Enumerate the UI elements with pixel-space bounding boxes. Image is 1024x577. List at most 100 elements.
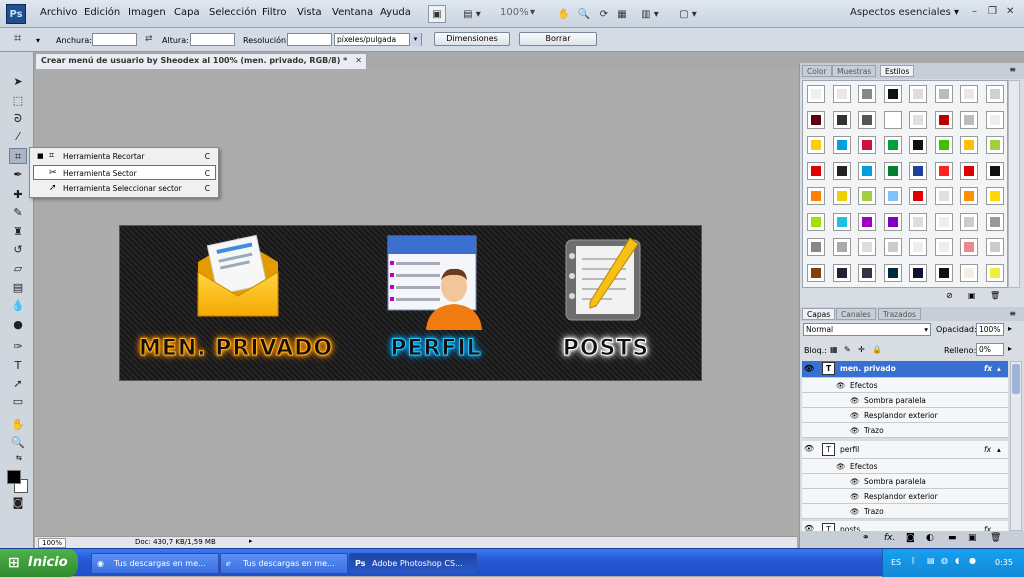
style-swatch[interactable] (832, 187, 851, 205)
style-swatch[interactable] (960, 187, 978, 205)
add-style-icon[interactable]: fx. (884, 533, 895, 543)
volume-icon[interactable]: ◖ (955, 556, 959, 565)
effect-row[interactable]: 👁 Sombra paralela (802, 393, 1008, 408)
menu-archivo[interactable]: Archivo (40, 7, 77, 18)
zoom-level[interactable]: 100% (500, 7, 529, 18)
style-swatch[interactable] (909, 161, 927, 180)
history-brush-tool-icon[interactable]: ↺ (9, 242, 27, 258)
panel-menu-icon[interactable]: ≡ (1009, 309, 1016, 318)
style-swatch[interactable] (934, 136, 953, 154)
new-style-icon[interactable]: ▣ (968, 291, 976, 300)
style-swatch[interactable] (832, 161, 851, 180)
tab-styles[interactable]: Estilos (880, 65, 915, 77)
style-swatch[interactable] (960, 263, 978, 282)
style-swatch[interactable] (807, 263, 825, 282)
effect-row[interactable]: 👁 Trazo (802, 504, 1008, 519)
taskbar-item-ie[interactable]: ℯ Tus descargas en me... (220, 553, 348, 574)
language-indicator[interactable]: ES (891, 558, 901, 567)
healing-brush-tool-icon[interactable]: ✚ (9, 187, 27, 203)
style-swatch[interactable] (934, 161, 953, 180)
zoom-tool-icon[interactable]: 🔍 (9, 435, 27, 451)
style-swatch[interactable] (909, 238, 927, 256)
tab-color[interactable]: Color (802, 65, 832, 77)
dodge-tool-icon[interactable]: ● (9, 317, 27, 333)
blend-mode-select[interactable]: Normal ▾ (803, 323, 931, 336)
eye-icon[interactable]: 👁 (803, 441, 815, 456)
height-input[interactable] (190, 33, 235, 46)
zoom-icon[interactable]: 🔍 (576, 5, 592, 23)
workspace-dropdown-icon[interactable]: ▾ (954, 7, 959, 18)
gradient-tool-icon[interactable]: ▤ (9, 280, 27, 296)
style-swatch[interactable] (807, 212, 825, 231)
resolution-unit-select[interactable]: píxeles/pulgada ▾ (334, 33, 422, 46)
style-swatch[interactable] (985, 212, 1004, 231)
close-document-icon[interactable]: ✕ (355, 54, 362, 68)
type-tool-icon[interactable]: T (9, 358, 27, 374)
menu-ventana[interactable]: Ventana (332, 7, 373, 18)
style-swatch[interactable] (858, 110, 876, 129)
menu-capa[interactable]: Capa (174, 7, 200, 18)
shape-tool-icon[interactable]: ▭ (9, 394, 27, 410)
opacity-input[interactable]: 100% (976, 323, 1004, 336)
layer-row[interactable]: 👁 T perfil fx ▴ (802, 441, 1008, 459)
effect-row[interactable]: 👁 Resplandor exterior (802, 489, 1008, 504)
taskbar-item-chrome[interactable]: ◉ Tus descargas en me... (91, 553, 219, 574)
flyout-item-crop[interactable]: ■ ⌗ Herramienta Recortar C (33, 149, 216, 164)
view-extras-icon[interactable]: ▤ ▾ (458, 5, 486, 23)
style-swatch[interactable] (832, 263, 851, 282)
swap-icon[interactable]: ⇄ (145, 34, 153, 44)
menu-vista[interactable]: Vista (297, 7, 322, 18)
width-input[interactable] (92, 33, 137, 46)
adjustment-layer-icon[interactable]: ◐ (926, 533, 934, 543)
close-icon[interactable]: ✕ (1006, 6, 1014, 17)
style-swatch[interactable] (960, 136, 978, 154)
preset-dropdown-icon[interactable]: ▾ (36, 36, 40, 45)
style-swatch[interactable] (807, 187, 825, 205)
styles-scrollbar[interactable] (1008, 80, 1020, 288)
tab-channels[interactable]: Canales (836, 308, 876, 320)
foreground-color-swatch[interactable] (7, 470, 21, 484)
style-swatch[interactable] (858, 212, 876, 231)
style-swatch[interactable] (883, 161, 902, 180)
style-swatch[interactable] (909, 110, 927, 129)
style-swatch[interactable] (985, 161, 1004, 180)
eye-icon[interactable]: 👁 (850, 489, 860, 504)
style-swatch[interactable] (960, 212, 978, 231)
lock-transparency-icon[interactable]: ▦ (830, 345, 838, 354)
grid-icon[interactable]: ▦ (614, 5, 630, 23)
style-swatch[interactable] (858, 238, 876, 256)
style-swatch[interactable] (909, 212, 927, 231)
menu-filtro[interactable]: Filtro (262, 7, 287, 18)
hand-icon[interactable]: ✋ (556, 5, 572, 23)
expand-effects-icon[interactable]: ▴ (997, 361, 1001, 376)
add-mask-icon[interactable]: ◙ (906, 533, 915, 543)
lasso-tool-icon[interactable]: ᘐ (9, 111, 27, 127)
tab-layers[interactable]: Capas (802, 308, 836, 320)
effect-row[interactable]: 👁 Sombra paralela (802, 474, 1008, 489)
layers-scrollbar[interactable] (1010, 361, 1022, 531)
update-icon[interactable]: ● (969, 556, 976, 565)
style-swatch[interactable] (985, 110, 1004, 129)
style-swatch[interactable] (832, 238, 851, 256)
style-swatch[interactable] (960, 238, 978, 256)
expand-effects-icon[interactable]: ▴ (997, 442, 1001, 457)
security-icon[interactable]: ◍ (941, 556, 948, 565)
layer-row[interactable]: 👁 T posts fx (802, 521, 1008, 531)
lock-pixels-icon[interactable]: ✎ (844, 345, 851, 354)
resolution-input[interactable] (287, 33, 332, 46)
eye-icon[interactable]: 👁 (850, 423, 860, 438)
style-swatch[interactable] (985, 85, 1004, 103)
panel-menu-icon[interactable]: ≡ (1009, 65, 1016, 74)
style-swatch[interactable] (858, 161, 876, 180)
style-swatch[interactable] (883, 136, 902, 154)
delete-layer-icon[interactable]: 🗑 (990, 533, 1001, 543)
document-tab[interactable]: Crear menú de usuario by Sheodex al 100%… (35, 53, 367, 69)
zoom-dropdown-icon[interactable]: ▾ (530, 7, 535, 18)
effects-row[interactable]: 👁 Efectos (802, 378, 1008, 393)
eraser-tool-icon[interactable]: ▱ (9, 261, 27, 277)
lock-all-icon[interactable]: 🔒 (872, 345, 882, 354)
eye-icon[interactable]: 👁 (850, 393, 860, 408)
style-swatch[interactable] (883, 187, 902, 205)
effect-row[interactable]: 👁 Trazo (802, 423, 1008, 438)
link-layers-icon[interactable]: ⚭ (862, 533, 870, 543)
